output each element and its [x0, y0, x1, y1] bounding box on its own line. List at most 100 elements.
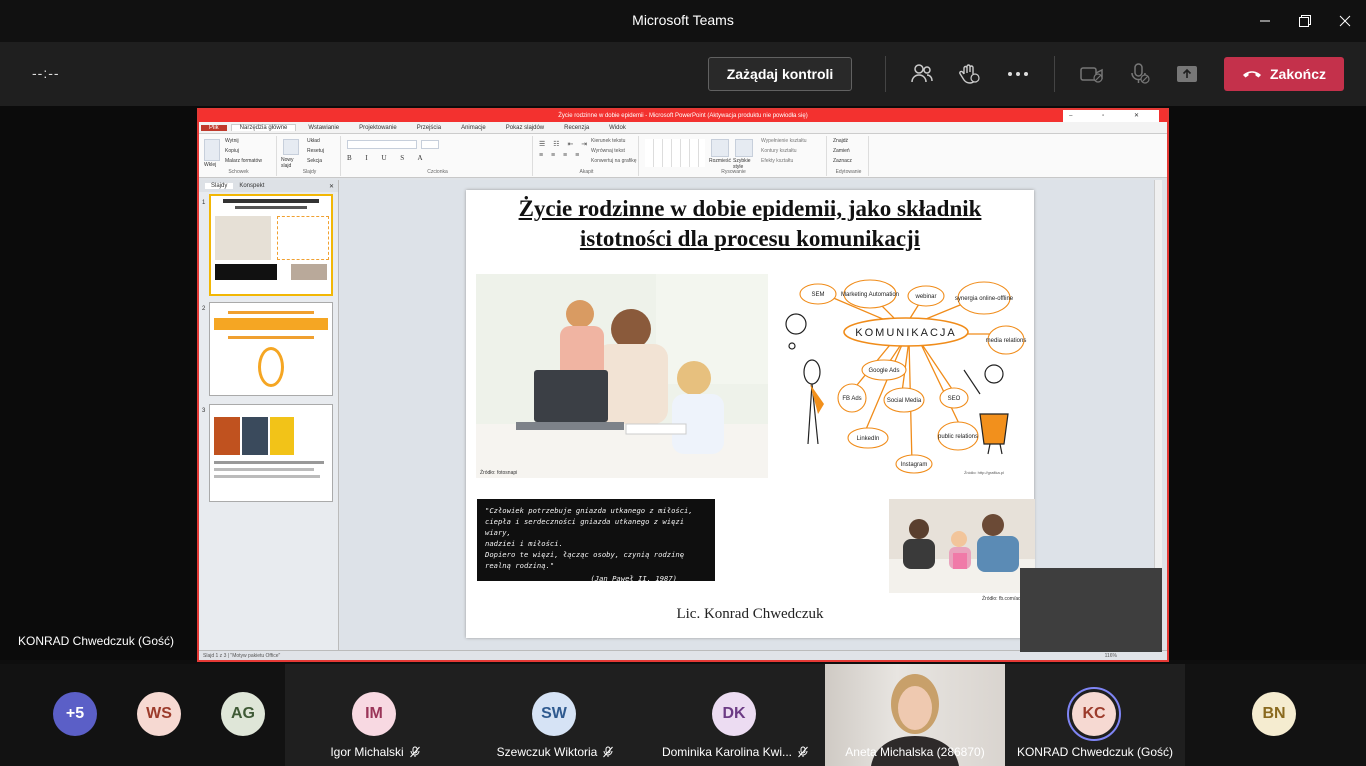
ppt-tab-transitions[interactable]: Przejścia: [409, 125, 449, 131]
ppt-file-tab[interactable]: Plik: [201, 124, 227, 131]
camera-button[interactable]: [1078, 60, 1106, 88]
slides-tab[interactable]: Slajdy: [205, 183, 234, 189]
communication-mindmap: SEM Marketing Automation webinar synergi…: [784, 274, 1028, 478]
reset-button[interactable]: Resetuj: [307, 148, 324, 154]
participant-video-tile[interactable]: Aneta Michalska (286870): [825, 664, 1005, 766]
end-call-button[interactable]: Zakończ: [1224, 57, 1344, 91]
shared-screen-stage: Życie rodzinne w dobie epidemii - Micros…: [0, 106, 1366, 662]
participant-tile[interactable]: WS: [125, 664, 195, 766]
close-button[interactable]: [1330, 8, 1360, 34]
find-button[interactable]: Znajdź: [833, 138, 848, 144]
slide-thumbnail-1[interactable]: [209, 194, 333, 296]
cut-button[interactable]: Wytnij: [225, 138, 239, 144]
font-size-select[interactable]: [421, 140, 439, 149]
minimize-icon: [1260, 20, 1270, 22]
shapes-gallery[interactable]: [645, 139, 705, 167]
ppt-tab-home[interactable]: Narzędzia główne: [230, 124, 297, 131]
arrange-icon[interactable]: [711, 139, 729, 157]
ribbon-group-font: B I U S A Czcionka: [343, 136, 533, 176]
avatar: +5: [53, 692, 97, 736]
panel-close-icon[interactable]: ✕: [329, 183, 334, 190]
raise-hand-icon: [959, 64, 980, 84]
slide-thumbnail-2[interactable]: [209, 302, 333, 396]
avatar: WS: [137, 692, 181, 736]
shape-outline-button[interactable]: Kontury kształtu: [761, 148, 797, 154]
shape-fill-button[interactable]: Wypełnienie kształtu: [761, 138, 807, 144]
family-game-illustration: [889, 499, 1035, 593]
slides-panel-tabs: Slajdy Konspekt ✕: [199, 180, 338, 192]
mindmap-center: KOMUNIKACJA: [855, 327, 956, 339]
font-name-select[interactable]: [347, 140, 417, 149]
arrange-label: Rozmieść: [709, 158, 731, 164]
ribbon-group-editing: Znajdź Zamień Zaznacz Edytowanie: [829, 136, 869, 176]
reactions-button[interactable]: [955, 60, 983, 88]
restore-button[interactable]: [1290, 8, 1320, 34]
slide-thumbnail-3[interactable]: [209, 404, 333, 502]
align-text-button[interactable]: Wyrównaj tekst: [591, 148, 625, 154]
ppt-window-title: Życie rodzinne w dobie epidemii - Micros…: [558, 113, 808, 119]
participant-tile[interactable]: SW Szewczuk Wiktoria: [465, 664, 645, 766]
ppt-tab-insert[interactable]: Wstawianie: [300, 125, 347, 131]
current-slide[interactable]: Życie rodzinne w dobie epidemii, jako sk…: [466, 190, 1035, 638]
meeting-timer: --:--: [32, 65, 60, 81]
replace-button[interactable]: Zamień: [833, 148, 850, 154]
more-icon: [1008, 72, 1028, 76]
ppt-tab-design[interactable]: Projektowanie: [351, 125, 405, 131]
ribbon-group-clipboard: Wklej Wytnij Kopiuj Malarz formatów Scho…: [201, 136, 277, 176]
participant-tile[interactable]: DK Dominika Karolina Kwi...: [645, 664, 825, 766]
participant-tile-speaking[interactable]: KC KONRAD Chwedczuk (Gość): [1005, 664, 1185, 766]
share-screen-button[interactable]: [1173, 60, 1201, 88]
ppt-tab-view[interactable]: Widok: [601, 125, 634, 131]
ppt-window-controls: – ▫ ✕: [1063, 110, 1159, 122]
select-button[interactable]: Zaznacz: [833, 158, 852, 164]
format-painter-button[interactable]: Malarz formatów: [225, 158, 262, 164]
participant-tile-overflow[interactable]: +5: [40, 664, 110, 766]
slide-author: Lic. Konrad Chwedczuk: [676, 606, 824, 622]
font-format-icons[interactable]: B I U S A: [347, 154, 429, 162]
participant-tile[interactable]: BN: [1185, 664, 1366, 766]
list-icons[interactable]: ☰ ☷ ⇤ ⇥: [539, 140, 590, 148]
ppt-ribbon: Wklej Wytnij Kopiuj Malarz formatów Scho…: [199, 134, 1167, 178]
participant-tile[interactable]: IM Igor Michalski: [285, 664, 465, 766]
quote-author: (Jan Paweł II, 1987): [590, 574, 677, 583]
mindmap-doodle: SEM Marketing Automation webinar synergi…: [785, 279, 1026, 475]
mindmap-node: SEM: [811, 292, 824, 298]
mindmap-node: LinkedIn: [857, 436, 880, 442]
ppt-tab-slideshow[interactable]: Pokaz slajdów: [498, 125, 552, 131]
ppt-zoom-level[interactable]: 116%: [1105, 651, 1117, 660]
align-icons[interactable]: ≡ ≡ ≡ ≡: [539, 152, 582, 159]
text-direction-button[interactable]: Kierunek tekstu: [591, 138, 625, 144]
title-bar: Microsoft Teams: [0, 0, 1366, 42]
slide-title: Życie rodzinne w dobie epidemii, jako sk…: [518, 196, 982, 251]
quick-styles-icon[interactable]: [735, 139, 753, 157]
meeting-toolbar: --:-- Zażądaj kontroli Zakończ: [0, 42, 1366, 106]
ribbon-group-drawing: Rozmieść Szybkie style Wypełnienie kszta…: [641, 136, 827, 176]
copy-button[interactable]: Kopiuj: [225, 148, 239, 154]
minimize-button[interactable]: [1250, 8, 1280, 34]
new-slide-label: Nowy slajd: [281, 157, 294, 169]
mindmap-node: Social Media: [887, 398, 922, 404]
more-actions-button[interactable]: [1004, 60, 1032, 88]
shape-effects-button[interactable]: Efekty kształtu: [761, 158, 793, 164]
ppt-ribbon-tabs: Plik Narzędzia główne Wstawianie Projekt…: [199, 122, 1167, 134]
participants-button[interactable]: [908, 60, 936, 88]
layout-button[interactable]: Układ: [307, 138, 320, 144]
new-slide-icon[interactable]: [283, 139, 299, 155]
ppt-tab-animations[interactable]: Animacje: [453, 125, 494, 131]
smartart-button[interactable]: Konwertuj na grafikę SmartArt: [591, 158, 637, 164]
microphone-button[interactable]: [1126, 60, 1154, 88]
participant-tile[interactable]: AG: [208, 664, 278, 766]
ppt-tab-review[interactable]: Recenzja: [556, 125, 597, 131]
self-view-video[interactable]: [1020, 568, 1162, 652]
section-button[interactable]: Sekcja: [307, 158, 322, 164]
avatar: AG: [221, 692, 265, 736]
ribbon-group-label: Akapit: [579, 169, 594, 175]
request-control-button[interactable]: Zażądaj kontroli: [708, 57, 852, 91]
ribbon-group-label: Edytowanie: [835, 169, 862, 175]
participant-name-text: Szewczuk Wiktoria: [496, 745, 598, 759]
share-screen-icon: [1177, 66, 1197, 82]
paste-icon[interactable]: [204, 139, 220, 161]
ribbon-group-label: Czcionka: [427, 169, 448, 175]
outline-tab[interactable]: Konspekt: [239, 183, 264, 189]
mindmap-node: Instagram: [901, 462, 928, 468]
